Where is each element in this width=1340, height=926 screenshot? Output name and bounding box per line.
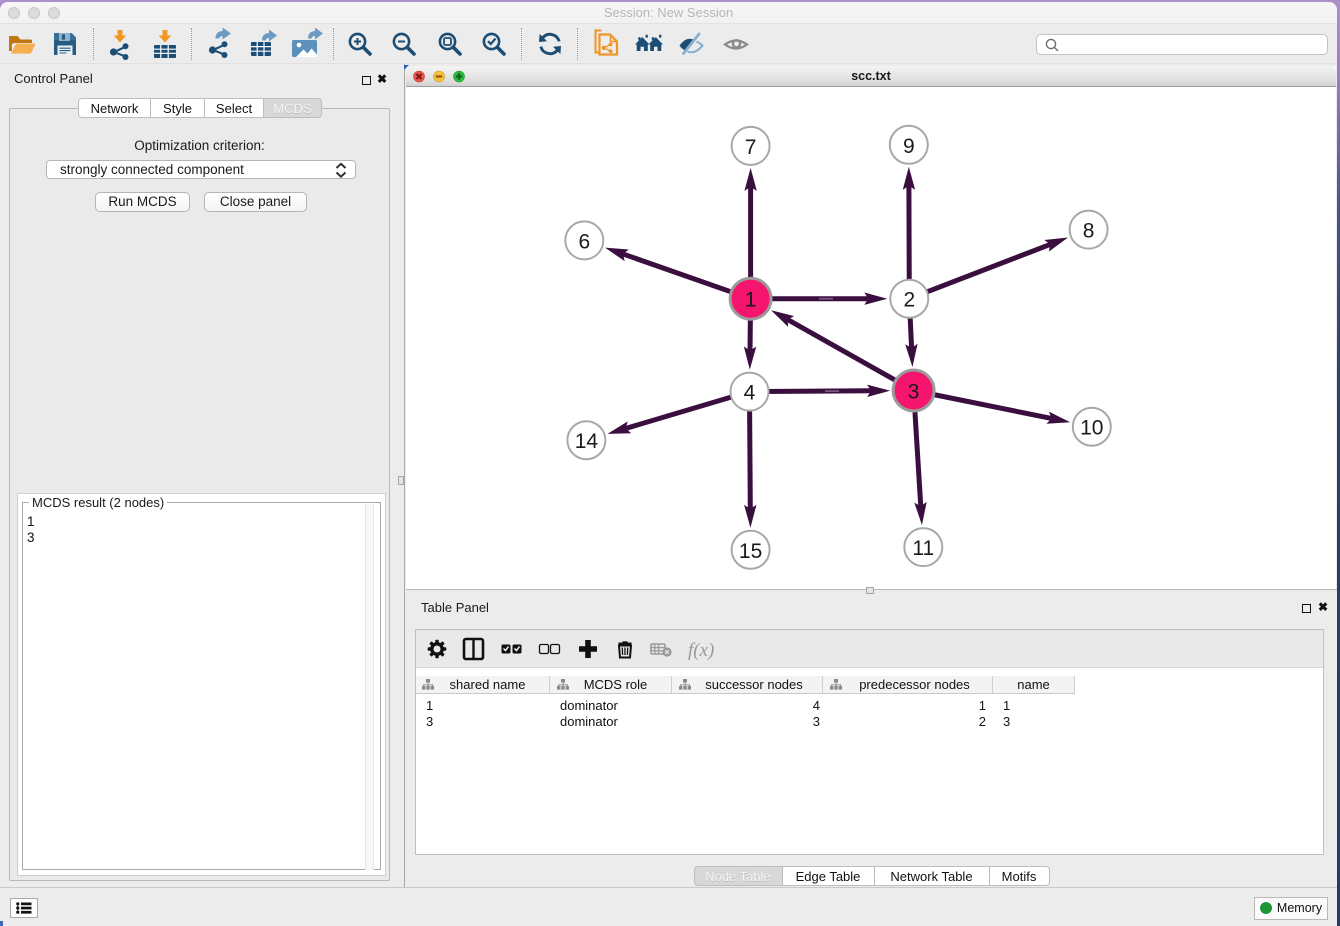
svg-text:15: 15 xyxy=(739,540,762,563)
svg-text:9: 9 xyxy=(903,135,915,158)
svg-text:11: 11 xyxy=(912,537,934,560)
svg-text:3: 3 xyxy=(908,381,920,404)
svg-text:6: 6 xyxy=(578,230,590,253)
svg-text:8: 8 xyxy=(1083,220,1095,243)
svg-text:7: 7 xyxy=(745,136,757,159)
svg-text:14: 14 xyxy=(575,430,599,453)
svg-text:4: 4 xyxy=(744,382,756,405)
svg-text:10: 10 xyxy=(1080,417,1103,440)
svg-text:1: 1 xyxy=(745,289,757,312)
svg-text:2: 2 xyxy=(903,289,915,312)
svg-text:f(x): f(x) xyxy=(688,640,714,661)
